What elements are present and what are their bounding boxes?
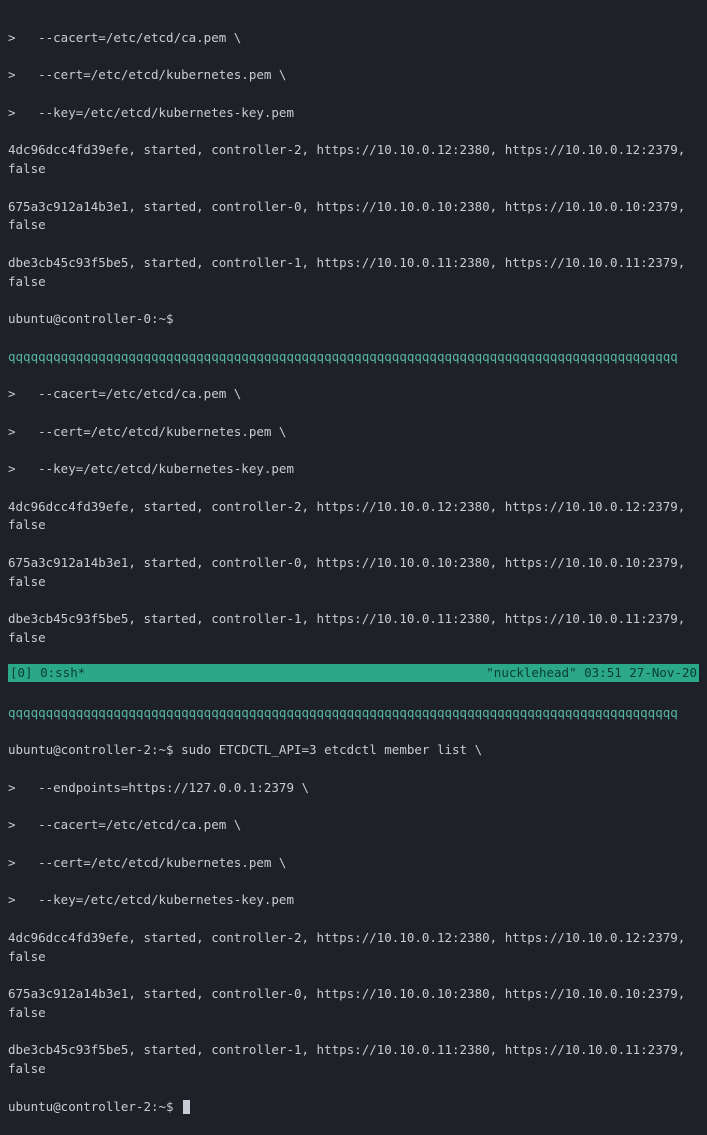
- output-line: 4dc96dcc4fd39efe, started, controller-2,…: [8, 141, 699, 179]
- tmux-status-bar[interactable]: [0] 0:ssh* "nucklehead" 03:51 27-Nov-20: [8, 664, 699, 682]
- cmd-cont-line: > --key=/etc/etcd/kubernetes-key.pem: [8, 891, 699, 910]
- cmd-cont-line: > --endpoints=https://127.0.0.1:2379 \: [8, 779, 699, 798]
- output-line: 675a3c912a14b3e1, started, controller-0,…: [8, 554, 699, 592]
- tmux-pane-divider: qqqqqqqqqqqqqqqqqqqqqqqqqqqqqqqqqqqqqqqq…: [8, 704, 699, 723]
- cmd-cont-line: > --cert=/etc/etcd/kubernetes.pem \: [8, 66, 699, 85]
- output-line: dbe3cb45c93f5be5, started, controller-1,…: [8, 254, 699, 292]
- cmd-line: ubuntu@controller-2:~$ sudo ETCDCTL_API=…: [8, 741, 699, 760]
- cmd-cont-line: > --key=/etc/etcd/kubernetes-key.pem: [8, 460, 699, 479]
- tmux-status-right: "nucklehead" 03:51 27-Nov-20: [486, 664, 697, 683]
- terminal-output[interactable]: > --cacert=/etc/etcd/ca.pem \ > --cert=/…: [0, 6, 707, 1135]
- output-line: 675a3c912a14b3e1, started, controller-0,…: [8, 985, 699, 1023]
- output-line: 4dc96dcc4fd39efe, started, controller-2,…: [8, 929, 699, 967]
- cmd-cont-line: > --cacert=/etc/etcd/ca.pem \: [8, 29, 699, 48]
- shell-prompt[interactable]: ubuntu@controller-0:~$: [8, 310, 699, 329]
- shell-prompt[interactable]: ubuntu@controller-2:~$: [8, 1098, 699, 1117]
- cmd-cont-line: > --cert=/etc/etcd/kubernetes.pem \: [8, 423, 699, 442]
- tmux-pane-divider: qqqqqqqqqqqqqqqqqqqqqqqqqqqqqqqqqqqqqqqq…: [8, 348, 699, 367]
- cmd-cont-line: > --key=/etc/etcd/kubernetes-key.pem: [8, 104, 699, 123]
- output-line: 675a3c912a14b3e1, started, controller-0,…: [8, 198, 699, 236]
- cmd-cont-line: > --cacert=/etc/etcd/ca.pem \: [8, 385, 699, 404]
- output-line: dbe3cb45c93f5be5, started, controller-1,…: [8, 610, 699, 648]
- cmd-cont-line: > --cert=/etc/etcd/kubernetes.pem \: [8, 854, 699, 873]
- cmd-cont-line: > --cacert=/etc/etcd/ca.pem \: [8, 816, 699, 835]
- output-line: dbe3cb45c93f5be5, started, controller-1,…: [8, 1041, 699, 1079]
- tmux-status-left[interactable]: [0] 0:ssh*: [10, 664, 85, 683]
- cursor-icon: [183, 1100, 190, 1114]
- output-line: 4dc96dcc4fd39efe, started, controller-2,…: [8, 498, 699, 536]
